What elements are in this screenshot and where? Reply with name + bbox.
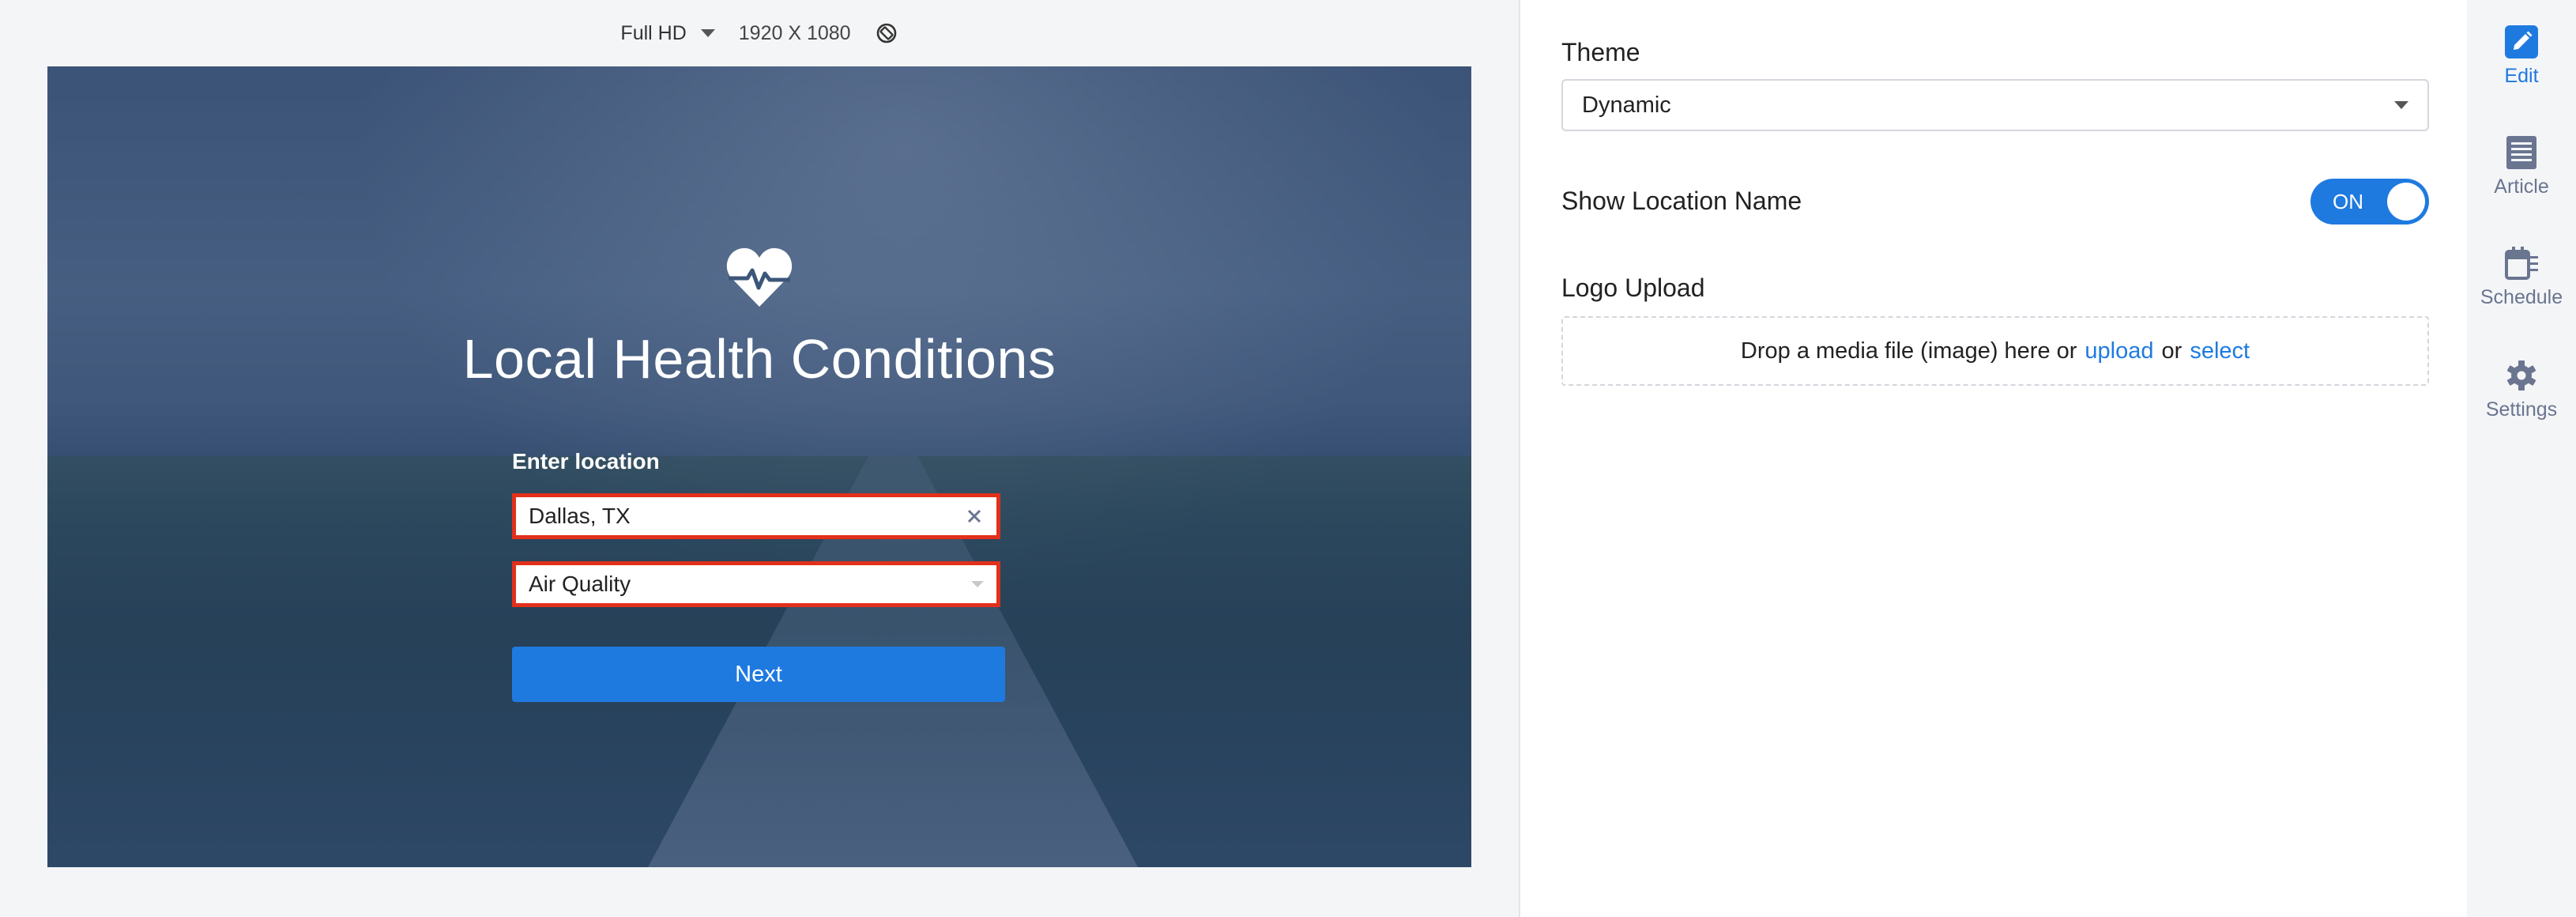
page-title: Local Health Conditions [462,328,1056,390]
resolution-select[interactable]: Full HD [620,21,715,45]
chevron-down-icon [700,29,715,37]
rail-item-settings[interactable]: Settings [2467,357,2576,421]
drop-or-text: or [2161,338,2182,364]
location-label: Enter location [512,449,660,474]
rail-item-edit[interactable]: Edit [2467,24,2576,88]
rail-label-schedule: Schedule [2480,286,2563,308]
select-link[interactable]: select [2190,338,2250,364]
location-input[interactable]: Dallas, TX [512,493,1000,539]
article-icon [2506,136,2536,169]
theme-select[interactable]: Dynamic [1561,79,2429,131]
settings-panel: Theme Dynamic Show Location Name ON Logo… [1519,0,2467,917]
show-location-label: Show Location Name [1561,187,1802,215]
preview-canvas: Local Health Conditions Enter location D… [47,66,1471,867]
rail-label-article: Article [2494,175,2549,198]
preview-toolbar: Full HD 1920 X 1080 [0,0,1519,66]
rail-label-edit: Edit [2504,65,2539,87]
upload-link[interactable]: upload [2085,338,2153,364]
pencil-icon [2505,25,2538,58]
next-button[interactable]: Next [512,647,1005,702]
logo-drop-zone[interactable]: Drop a media file (image) here or upload… [1561,316,2429,386]
chevron-down-icon [2394,101,2408,109]
schedule-icon [2505,247,2538,280]
toggle-state-label: ON [2333,190,2363,213]
heart-pulse-icon [726,247,793,307]
dimensions-readout: 1920 X 1080 [738,21,851,44]
logo-upload-label: Logo Upload [1561,274,1705,302]
gear-icon [2506,360,2536,391]
rail-item-schedule[interactable]: Schedule [2467,245,2576,309]
category-select[interactable]: Air Quality [512,561,1000,607]
rotate-orientation-icon[interactable] [875,21,898,45]
show-location-toggle[interactable]: ON [2310,179,2429,225]
right-rail: Edit Article Schedule Settings [2467,0,2576,917]
clear-icon[interactable] [965,507,984,526]
health-form: Local Health Conditions Enter location D… [47,66,1471,867]
theme-value: Dynamic [1582,92,1671,118]
drop-text: Drop a media file (image) here or [1740,338,2077,364]
chevron-down-icon [971,581,984,587]
location-value: Dallas, TX [529,504,631,528]
rail-item-article[interactable]: Article [2467,134,2576,198]
theme-label: Theme [1561,38,1640,66]
rail-label-settings: Settings [2485,398,2558,421]
category-value: Air Quality [529,572,631,596]
toggle-knob [2387,183,2425,221]
resolution-value: Full HD [620,21,687,44]
